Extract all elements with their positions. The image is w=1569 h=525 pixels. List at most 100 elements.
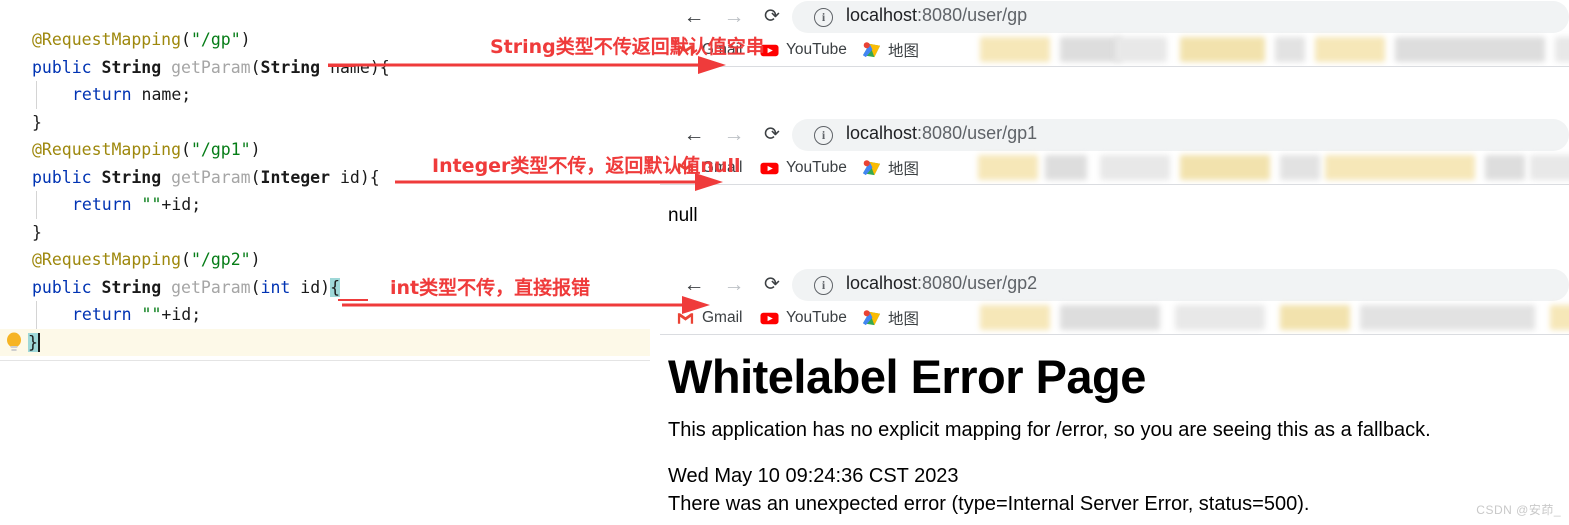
code-token: ) xyxy=(320,277,331,297)
bookmark-item-redacted[interactable] xyxy=(1550,305,1569,330)
annotation-underline-1 xyxy=(328,65,354,67)
code-token: @RequestMapping xyxy=(32,140,182,159)
code-token: String xyxy=(260,57,331,77)
code-token: Integer xyxy=(260,167,340,187)
bookmark-item-redacted[interactable] xyxy=(1060,37,1122,62)
bookmark-item-youtube[interactable]: YouTube xyxy=(760,156,847,180)
browser-window-gp1[interactable]: ← → ⟳ i localhost:8080/user/gp1 Gmail You… xyxy=(660,118,1569,265)
bookmark-item-redacted[interactable] xyxy=(1395,37,1545,62)
code-token: } xyxy=(32,112,42,132)
bookmark-item-youtube[interactable]: YouTube xyxy=(760,306,847,330)
code-token: getParam xyxy=(171,277,251,297)
bookmark-item-redacted[interactable] xyxy=(980,37,1050,62)
bookmark-item-redacted[interactable] xyxy=(1555,37,1569,62)
code-token: id xyxy=(340,167,360,187)
bookmark-item-redacted[interactable] xyxy=(1060,305,1160,330)
forward-icon[interactable]: → xyxy=(722,124,746,148)
code-token: ( xyxy=(250,277,261,297)
error-page-detail: There was an unexpected error (type=Inte… xyxy=(668,493,1310,515)
forward-icon[interactable]: → xyxy=(722,6,746,30)
code-token: ) xyxy=(240,30,251,49)
code-token: String xyxy=(101,277,172,297)
bookmark-item-youtube[interactable]: YouTube xyxy=(760,38,847,62)
reload-icon[interactable]: ⟳ xyxy=(760,274,784,298)
bookmarks-bar[interactable]: Gmail YouTube 地图 xyxy=(660,152,1569,184)
code-line[interactable]: } xyxy=(0,219,650,247)
bookmark-item-redacted[interactable] xyxy=(1275,37,1305,62)
address-bar[interactable]: i localhost:8080/user/gp2 xyxy=(792,269,1569,301)
url-path: :8080/user/gp2 xyxy=(917,273,1038,293)
indent-guide xyxy=(36,191,37,219)
bookmark-item-redacted[interactable] xyxy=(1100,155,1170,180)
bookmark-item-redacted[interactable] xyxy=(1485,155,1525,180)
code-line[interactable]: } xyxy=(0,109,650,137)
bookmark-item-redacted[interactable] xyxy=(1530,155,1569,180)
bookmarks-bar[interactable]: Gmail YouTube 地图 xyxy=(660,34,1569,66)
bookmark-item-redacted[interactable] xyxy=(1280,155,1320,180)
bookmark-item-redacted[interactable] xyxy=(1360,305,1535,330)
code-token: "/gp" xyxy=(190,30,241,49)
bookmark-item-redacted[interactable] xyxy=(1280,305,1350,330)
forward-icon[interactable]: → xyxy=(722,274,746,298)
url-text: localhost:8080/user/gp1 xyxy=(846,123,1037,144)
bookmark-item-地图[interactable]: 地图 xyxy=(862,306,919,330)
bookmark-label: 地图 xyxy=(888,43,920,60)
indent-guide xyxy=(36,301,37,329)
page-content: null xyxy=(660,185,1569,265)
url-path: :8080/user/gp1 xyxy=(917,123,1038,143)
back-icon[interactable]: ← xyxy=(682,6,706,30)
reload-icon[interactable]: ⟳ xyxy=(760,6,784,30)
site-info-icon[interactable]: i xyxy=(814,276,833,295)
bookmark-item-redacted[interactable] xyxy=(1315,37,1385,62)
annotation-arrow-1 xyxy=(328,56,726,74)
code-token: ){ xyxy=(359,167,380,187)
google-maps-icon xyxy=(862,159,881,178)
bookmark-item-redacted[interactable] xyxy=(978,155,1038,180)
lightbulb-icon[interactable] xyxy=(4,331,24,353)
url-host: localhost xyxy=(846,273,918,293)
code-line[interactable]: @RequestMapping("/gp2") xyxy=(0,246,650,274)
bookmark-label: 地图 xyxy=(888,161,920,178)
page-response-text: null xyxy=(668,205,698,226)
bookmark-item-redacted[interactable] xyxy=(980,305,1050,330)
error-page-timestamp: Wed May 10 09:24:36 CST 2023 xyxy=(668,465,959,487)
code-token: ( xyxy=(181,30,191,49)
browser-window-gp[interactable]: ← → ⟳ i localhost:8080/user/gp Gmail YouT… xyxy=(660,0,1569,105)
bookmark-item-地图[interactable]: 地图 xyxy=(862,38,919,62)
bookmark-label: 地图 xyxy=(888,311,920,328)
code-token: @RequestMapping xyxy=(32,250,182,269)
bookmarks-bar[interactable]: Gmail YouTube 地图 xyxy=(660,302,1569,334)
page-content xyxy=(660,67,1569,105)
code-token: ( xyxy=(181,250,191,269)
browser-window-gp2[interactable]: ← → ⟳ i localhost:8080/user/gp2 Gmail You… xyxy=(660,268,1569,525)
bookmark-item-redacted[interactable] xyxy=(1045,155,1087,180)
error-page-title: Whitelabel Error Page xyxy=(668,350,1146,403)
csdn-watermark: CSDN @安茚_ xyxy=(1476,503,1561,517)
code-token: return xyxy=(72,85,142,104)
bookmark-item-redacted[interactable] xyxy=(1175,305,1265,330)
code-token: id xyxy=(300,277,321,297)
reload-icon[interactable]: ⟳ xyxy=(760,124,784,148)
address-bar[interactable]: i localhost:8080/user/gp xyxy=(792,1,1569,33)
code-token: @RequestMapping xyxy=(32,30,182,49)
code-line[interactable]: return name; xyxy=(0,81,650,109)
bookmark-item-地图[interactable]: 地图 xyxy=(862,156,919,180)
url-host: localhost xyxy=(846,123,918,143)
browser-toolbar: ← → ⟳ i localhost:8080/user/gp2 xyxy=(660,268,1569,302)
site-info-icon[interactable]: i xyxy=(814,126,833,145)
bookmark-item-redacted[interactable] xyxy=(1115,37,1167,62)
code-line[interactable]: return ""+id; xyxy=(0,191,650,219)
bookmark-item-redacted[interactable] xyxy=(1180,37,1265,62)
code-token: public xyxy=(32,277,102,297)
address-bar[interactable]: i localhost:8080/user/gp1 xyxy=(792,119,1569,151)
code-line[interactable]: } xyxy=(0,328,650,356)
code-token: ( xyxy=(181,140,191,159)
bookmark-item-redacted[interactable] xyxy=(1180,155,1270,180)
youtube-icon xyxy=(760,309,779,328)
back-icon[interactable]: ← xyxy=(682,124,706,148)
code-token: String xyxy=(101,167,172,187)
bookmark-item-redacted[interactable] xyxy=(1325,155,1475,180)
bookmark-label: YouTube xyxy=(786,309,847,326)
site-info-icon[interactable]: i xyxy=(814,8,833,27)
code-token: String xyxy=(101,57,172,77)
